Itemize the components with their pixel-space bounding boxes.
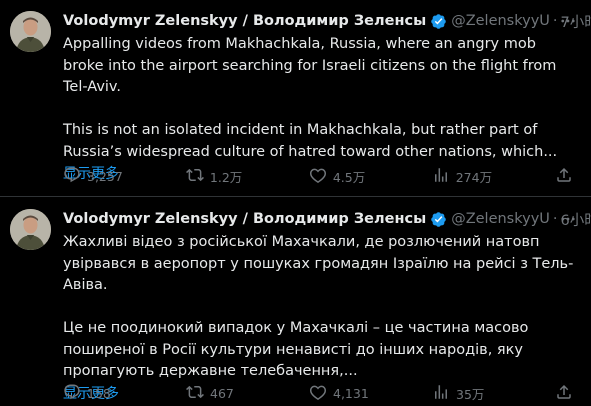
tweet[interactable]: Volodymyr Zelenskyy / Володимир Зеленсы …: [0, 198, 591, 406]
like-count: 4,131: [333, 385, 369, 401]
repost-icon: [186, 383, 210, 404]
reply-count: 3,257: [87, 168, 123, 184]
like-count: 4.5万: [332, 169, 366, 185]
tweet-header: Volodymyr Zelenskyy / Володимир Зеленсы …: [63, 10, 591, 32]
views-count: 274万: [455, 169, 493, 185]
reply-icon: [63, 383, 87, 404]
tweet-content: Volodymyr Zelenskyy / Володимир Зеленсы …: [63, 10, 591, 184]
tweet-actions: 3,257 1.2万 4.5万 274万: [63, 166, 579, 186]
tweet-text: Жахливі відео з російської Махачкали, де…: [63, 234, 574, 379]
more-dots-icon[interactable]: [557, 208, 579, 230]
views-count: 35万: [456, 386, 485, 402]
author-name[interactable]: Volodymyr Zelenskyy / Володимир Зеленсы: [63, 211, 426, 227]
author-handle[interactable]: @ZelenskyyU: [451, 211, 550, 227]
share-icon: [555, 166, 579, 187]
avatar[interactable]: [10, 209, 51, 250]
tweet[interactable]: Volodymyr Zelenskyy / Володимир Зеленсы …: [0, 0, 591, 197]
author-handle[interactable]: @ZelenskyyU: [451, 13, 550, 29]
avatar[interactable]: [10, 11, 51, 52]
share-button[interactable]: [555, 166, 579, 187]
repost-button[interactable]: 1.2万: [185, 166, 246, 187]
tweet-content: Volodymyr Zelenskyy / Володимир Зеленсы …: [63, 208, 591, 404]
author-name[interactable]: Volodymyr Zelenskyy / Володимир Зеленсы: [63, 13, 426, 29]
heart-icon: [309, 383, 333, 404]
tweet-text: Appalling videos from Makhachkala, Russi…: [63, 36, 558, 160]
views-chart-icon: [432, 383, 456, 404]
share-button[interactable]: [555, 383, 579, 404]
repost-count: 467: [210, 385, 234, 401]
views-button[interactable]: 35万: [432, 383, 492, 404]
more-dots-icon[interactable]: [557, 10, 579, 32]
reply-icon: [63, 166, 87, 187]
reply-count: 158: [87, 385, 111, 401]
repost-count: 1.2万: [209, 169, 243, 185]
share-icon: [555, 383, 579, 404]
reply-button[interactable]: 158: [63, 383, 123, 404]
verified-badge-icon: [430, 211, 447, 228]
like-button[interactable]: 4.5万: [309, 166, 369, 187]
verified-badge-icon: [430, 13, 447, 30]
repost-button[interactable]: 467: [186, 383, 246, 404]
tweet-header: Volodymyr Zelenskyy / Володимир Зеленсы …: [63, 208, 591, 230]
repost-icon: [185, 166, 210, 187]
views-chart-icon: [432, 166, 456, 187]
tweet-actions: 158 467 4,131 35万: [63, 383, 579, 403]
like-button[interactable]: 4,131: [309, 383, 369, 404]
heart-icon: [309, 166, 333, 187]
views-button[interactable]: 274万: [432, 166, 492, 187]
reply-button[interactable]: 3,257: [63, 166, 123, 187]
